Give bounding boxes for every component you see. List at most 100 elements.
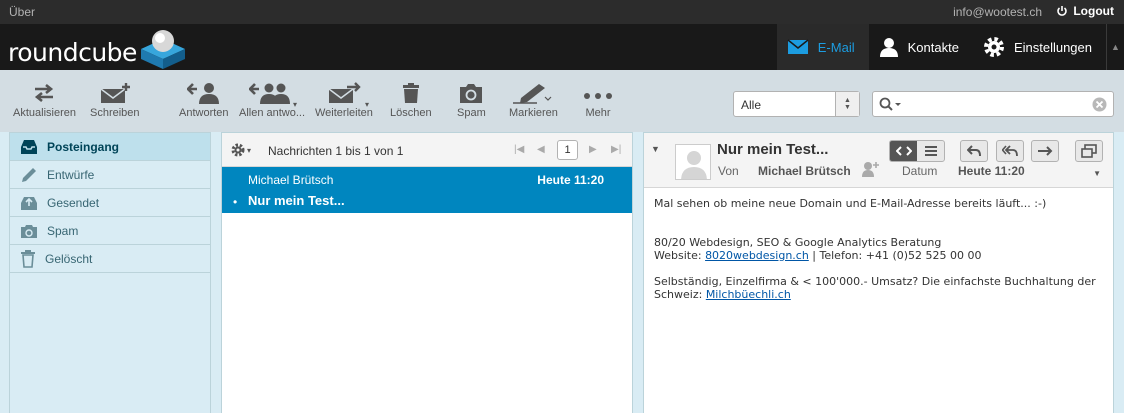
chevron-down-icon: ▾ <box>247 145 252 155</box>
reply-small-button[interactable] <box>960 140 988 162</box>
username: info@wootest.ch <box>953 5 1042 19</box>
signature-line: 80/20 Webdesign, SEO & Google Analytics … <box>654 236 942 249</box>
website-link[interactable]: 8020webdesign.ch <box>705 249 809 262</box>
reply-all-icon <box>249 83 291 104</box>
search-input[interactable] <box>872 91 1114 117</box>
headers-dropdown-icon[interactable]: ▼ <box>1093 169 1101 178</box>
reply-all-dropdown-button[interactable]: ▾ <box>293 100 297 109</box>
text-view-button[interactable] <box>917 141 944 161</box>
compose-button[interactable]: Schreiben <box>90 82 140 119</box>
logo[interactable]: roundcube <box>8 27 189 71</box>
forward-dropdown-button[interactable]: ▾ <box>365 100 369 109</box>
select-arrows-icon: ▲ ▼ <box>835 92 859 116</box>
html-view-button[interactable] <box>890 141 917 161</box>
delete-button[interactable]: Löschen <box>390 82 432 119</box>
code-icon <box>895 146 912 156</box>
phone-text: | Telefon: +41 (0)52 525 00 00 <box>808 249 982 262</box>
spam-button[interactable]: Spam <box>457 82 486 119</box>
reply-icon <box>186 83 219 104</box>
main-nav: E-Mail Kontakte Einstellungen ▲ <box>776 24 1124 70</box>
folder-sent[interactable]: Gesendet <box>10 189 210 217</box>
add-contact-icon[interactable] <box>862 161 880 177</box>
message-date: Heute 11:20 <box>537 173 604 187</box>
view-mode-toggle <box>889 140 945 162</box>
folder-list: Posteingang Entwürfe Gesendet Spam Gelös… <box>9 132 211 413</box>
refresh-label: Aktualisieren <box>13 107 76 119</box>
reply-label: Antworten <box>179 107 229 119</box>
folder-trash-label: Gelöscht <box>45 251 93 266</box>
nav-mail-label: E-Mail <box>817 39 855 55</box>
nav-contacts[interactable]: Kontakte <box>869 24 973 70</box>
forward-small-button[interactable] <box>1031 140 1059 162</box>
first-page-icon[interactable]: |◀ <box>514 144 524 155</box>
trash-icon <box>402 83 419 103</box>
filter-select[interactable]: Alle ▲ ▼ <box>733 91 860 117</box>
clear-search-icon[interactable] <box>1092 97 1107 112</box>
spam-label: Spam <box>457 107 486 119</box>
mark-label: Markieren <box>509 107 558 119</box>
sent-icon <box>21 196 37 210</box>
folder-inbox-label: Posteingang <box>47 139 120 154</box>
nav-more-button[interactable]: ▲ <box>1106 24 1124 70</box>
refresh-button[interactable]: Aktualisieren <box>13 82 76 119</box>
avatar <box>675 144 711 180</box>
folder-trash[interactable]: Gelöscht <box>10 245 210 273</box>
gear-icon <box>983 37 1004 57</box>
filter-value: Alle <box>741 98 762 112</box>
page-number-input[interactable]: 1 <box>557 140 578 160</box>
header: roundcube E-Mail Kontakte Einstellungen … <box>0 24 1124 70</box>
reply-all-small-button[interactable] <box>996 140 1024 162</box>
folder-drafts[interactable]: Entwürfe <box>10 161 210 189</box>
last-page-icon[interactable]: ▶| <box>611 144 621 155</box>
nav-settings-label: Einstellungen <box>1013 39 1092 55</box>
message-row[interactable]: Michael Brütsch Heute 11:20 • Nur mein T… <box>222 167 632 213</box>
milchbuechli-link[interactable]: Milchbüechli.ch <box>706 288 791 301</box>
link-label: Schweiz: <box>654 288 706 301</box>
nav-contacts-label: Kontakte <box>907 39 959 55</box>
preview-header: ▼ Nur mein Test... Von Michael Brütsch D… <box>644 133 1113 188</box>
reply-all-arrow-icon <box>1002 145 1018 157</box>
refresh-icon <box>35 83 54 103</box>
message-preview: ▼ Nur mein Test... Von Michael Brütsch D… <box>643 132 1114 413</box>
folder-drafts-label: Entwürfe <box>47 167 95 182</box>
folder-inbox[interactable]: Posteingang <box>10 133 210 161</box>
forward-arrow-icon <box>1038 146 1053 156</box>
forward-icon <box>328 82 361 103</box>
message-from: Michael Brütsch <box>248 173 334 187</box>
reply-button[interactable]: Antworten <box>179 82 229 119</box>
contact-photo-icon <box>681 151 707 179</box>
previous-page-icon[interactable]: ◀ <box>537 144 545 155</box>
header-toggle-icon[interactable]: ▼ <box>651 144 660 154</box>
search-icon[interactable] <box>879 97 903 111</box>
list-options-button[interactable]: ▾ <box>231 143 251 157</box>
preview-subject: Nur mein Test... <box>717 141 829 158</box>
nav-mail[interactable]: E-Mail <box>776 24 869 70</box>
more-label: Mehr <box>585 107 611 119</box>
spam-icon <box>460 84 483 103</box>
signature-website: Website: 8020webdesign.ch | Telefon: +41… <box>654 249 1103 262</box>
top-bar: Über info@wootest.ch Logout <box>0 0 1124 24</box>
logout-button[interactable]: Logout <box>1056 4 1114 18</box>
body-line: Mal sehen ob meine neue Domain und E-Mai… <box>654 197 1047 210</box>
signature-link-line: Schweiz: Milchbüechli.ch <box>654 288 1103 301</box>
mark-button[interactable]: Markieren <box>509 82 558 119</box>
date-label: Datum <box>902 164 938 178</box>
delete-label: Löschen <box>390 107 432 119</box>
message-subject: Nur mein Test... <box>248 193 345 208</box>
gear-small-icon <box>231 143 245 157</box>
message-list: ▾ Nachrichten 1 bis 1 von 1 |◀ ◀ 1 ▶ ▶| … <box>221 132 633 413</box>
logo-text: roundcube <box>8 37 137 67</box>
pencil-icon <box>22 167 36 182</box>
logout-label: Logout <box>1073 4 1114 18</box>
sender-name[interactable]: Michael Brütsch <box>758 164 851 178</box>
next-page-icon[interactable]: ▶ <box>589 144 597 155</box>
folder-spam[interactable]: Spam <box>10 217 210 245</box>
about-link[interactable]: Über <box>9 5 35 19</box>
nav-settings[interactable]: Einstellungen <box>973 24 1106 70</box>
more-button[interactable]: Mehr <box>583 82 613 119</box>
compose-label: Schreiben <box>90 107 140 119</box>
website-label: Website: <box>654 249 706 262</box>
signature-line: Selbständig, Einzelfirma & < 100'000.- U… <box>654 275 1096 288</box>
spam-folder-icon <box>21 224 37 238</box>
open-window-button[interactable] <box>1075 140 1103 162</box>
